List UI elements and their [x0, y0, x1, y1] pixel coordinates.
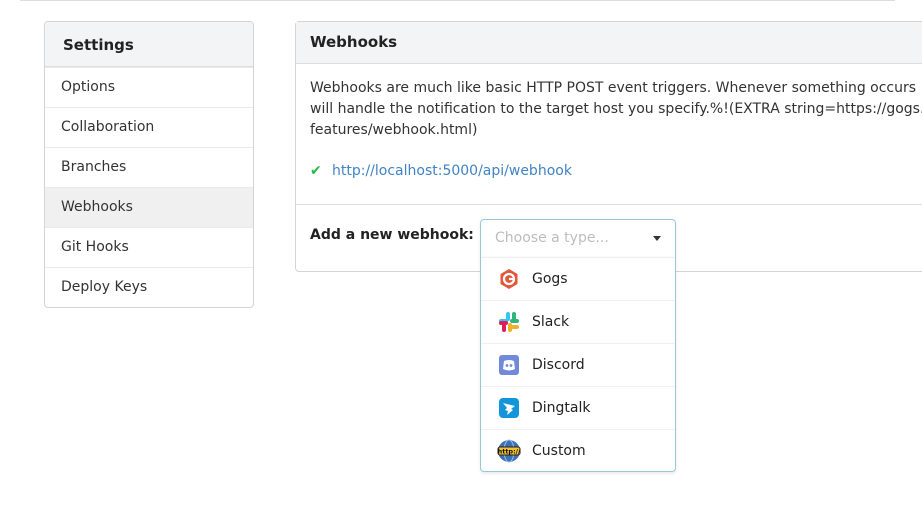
panel-divider [296, 204, 922, 205]
webhook-type-select[interactable]: Choose a type... [481, 220, 675, 257]
dropdown-option-dingtalk[interactable]: Dingtalk [481, 386, 675, 429]
sidebar-item-deploy-keys[interactable]: Deploy Keys [45, 267, 253, 307]
sidebar-item-git-hooks[interactable]: Git Hooks [45, 227, 253, 267]
sidebar-item-webhooks[interactable]: Webhooks [45, 187, 253, 227]
sidebar-item-branches[interactable]: Branches [45, 147, 253, 187]
webhooks-description: Webhooks are much like basic HTTP POST e… [310, 80, 922, 138]
settings-sidebar: Settings Options Collaboration Branches … [44, 21, 254, 308]
add-webhook-label: Add a new webhook: [310, 227, 474, 243]
http-icon: http:// [497, 439, 521, 463]
dropdown-option-gogs[interactable]: Gogs [481, 257, 675, 300]
sidebar-title: Settings [45, 22, 253, 67]
check-icon: ✔ [310, 163, 322, 179]
discord-icon [497, 353, 521, 377]
webhook-link[interactable]: http://localhost:5000/api/webhook [332, 163, 572, 179]
option-label: Custom [532, 443, 586, 459]
dingtalk-icon [497, 396, 521, 420]
panel-title: Webhooks [296, 22, 922, 64]
option-label: Discord [532, 357, 585, 373]
option-label: Slack [532, 314, 570, 330]
svg-text:http://: http:// [498, 448, 521, 456]
dropdown-option-slack[interactable]: Slack [481, 300, 675, 343]
dropdown-placeholder: Choose a type... [495, 230, 609, 246]
gogs-icon [497, 267, 521, 291]
caret-down-icon[interactable] [653, 236, 661, 241]
top-divider [20, 0, 895, 1]
webhook-type-dropdown[interactable]: Choose a type... Gogs Slack Discord Ding… [480, 219, 676, 472]
sidebar-item-options[interactable]: Options [45, 67, 253, 107]
option-label: Gogs [532, 271, 568, 287]
option-label: Dingtalk [532, 400, 591, 416]
webhook-entry: ✔ http://localhost:5000/api/webhook [310, 160, 572, 182]
slack-icon [497, 310, 521, 334]
dropdown-option-custom[interactable]: http:// Custom [481, 429, 675, 472]
dropdown-option-discord[interactable]: Discord [481, 343, 675, 386]
sidebar-item-collaboration[interactable]: Collaboration [45, 107, 253, 147]
